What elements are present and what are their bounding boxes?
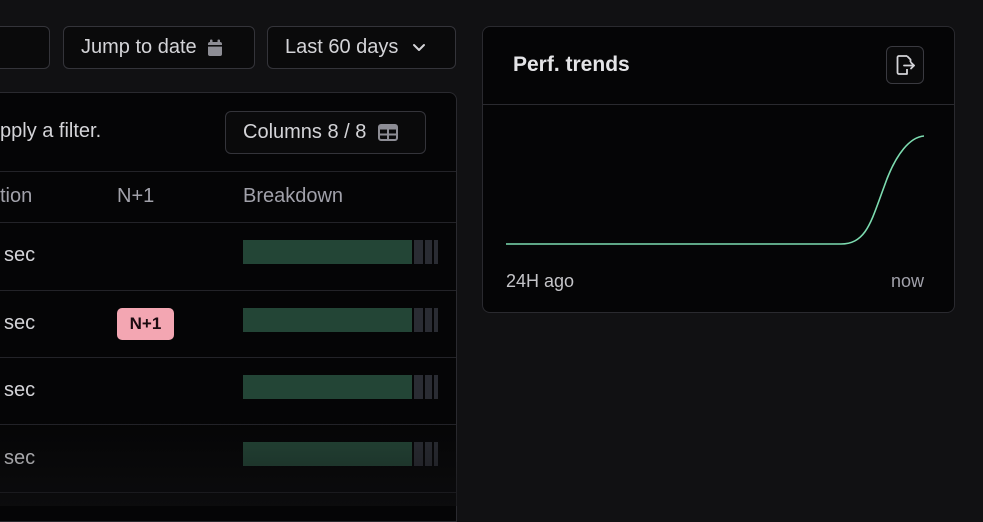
divider	[0, 424, 456, 425]
date-range-label: Last 60 days	[285, 36, 399, 58]
filter-hint-text: pply a filter.	[0, 120, 102, 142]
breakdown-bar-segment	[413, 240, 423, 264]
row-duration: sec	[4, 447, 36, 469]
divider	[0, 290, 456, 291]
perf-trend-chart	[506, 135, 925, 245]
row-duration: sec	[4, 379, 36, 401]
breakdown-bar-segment	[424, 442, 432, 466]
breakdown-bar-segment	[433, 240, 438, 264]
breakdown-bar-segment	[413, 308, 423, 332]
export-icon	[894, 54, 916, 76]
breakdown-bar-segment	[413, 375, 423, 399]
breakdown-bar-segment	[433, 308, 438, 332]
x-axis-start-label: 24H ago	[506, 271, 575, 291]
export-button[interactable]	[886, 46, 924, 84]
row-duration: sec	[4, 312, 36, 334]
row-duration: sec	[4, 244, 36, 266]
breakdown-bar-primary	[243, 308, 412, 332]
x-axis-end-label: now	[890, 271, 924, 291]
date-range-select[interactable]: Last 60 days	[267, 26, 456, 69]
column-header-duration[interactable]: tion	[0, 185, 32, 208]
divider	[0, 171, 456, 172]
search-input[interactable]	[0, 26, 50, 69]
chevron-down-icon	[412, 43, 426, 53]
divider	[483, 104, 954, 105]
breakdown-bar-segment	[413, 442, 423, 466]
breakdown-bar-primary	[243, 240, 412, 264]
breakdown-bar[interactable]	[243, 375, 439, 399]
n-plus-one-badge[interactable]: N+1	[117, 308, 174, 340]
columns-button-label: Columns 8 / 8	[243, 121, 367, 143]
breakdown-bar-segment	[424, 375, 432, 399]
column-header-breakdown[interactable]: Breakdown	[243, 185, 343, 208]
breakdown-bar[interactable]	[243, 240, 439, 264]
perf-trend-line	[506, 135, 925, 245]
jump-to-date-button[interactable]: Jump to date	[63, 26, 255, 69]
breakdown-bar[interactable]	[243, 308, 439, 332]
perf-trends-panel: Perf. trends 24H ago now	[482, 26, 955, 313]
jump-to-date-label: Jump to date	[81, 36, 197, 58]
divider	[0, 222, 456, 223]
table-columns-icon	[378, 124, 399, 141]
breakdown-bar[interactable]	[243, 442, 439, 466]
calendar-icon	[207, 39, 223, 57]
divider	[0, 492, 456, 493]
breakdown-bar-segment	[433, 442, 438, 466]
divider	[0, 357, 456, 358]
column-header-n-plus-one[interactable]: N+1	[117, 185, 154, 208]
columns-button[interactable]: Columns 8 / 8	[225, 111, 426, 154]
perf-trends-title: Perf. trends	[513, 53, 630, 76]
breakdown-bar-segment	[433, 375, 438, 399]
breakdown-bar-primary	[243, 442, 412, 466]
breakdown-bar-segment	[424, 240, 432, 264]
breakdown-bar-segment	[424, 308, 432, 332]
breakdown-bar-primary	[243, 375, 412, 399]
